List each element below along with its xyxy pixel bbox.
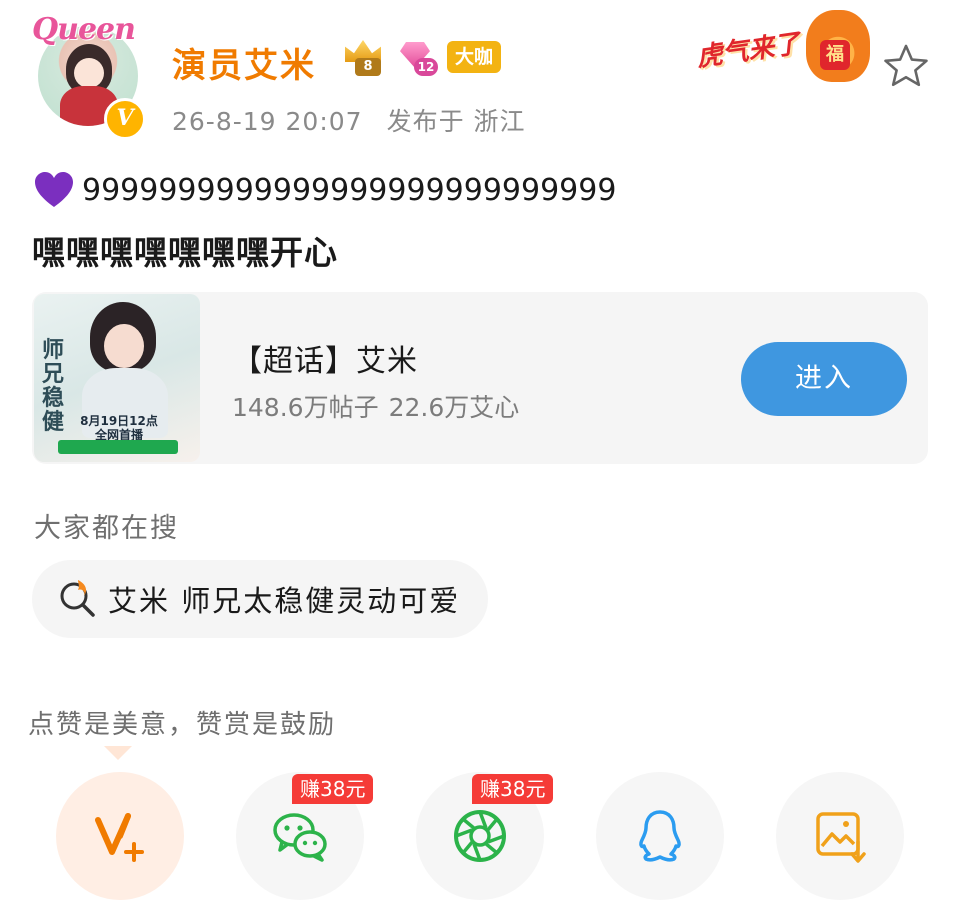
thumbnail-platform-strip: [58, 440, 178, 454]
reward-tip-text: 点赞是美意，赞赏是鼓励: [28, 710, 337, 740]
favorite-star-icon[interactable]: [882, 42, 930, 90]
crown-level-number: 8: [355, 58, 381, 76]
moments-earn-badge: 赚38元: [472, 774, 554, 804]
wechat-icon: [273, 813, 327, 862]
tiger-year-decoration: 虎气来了 福: [692, 10, 872, 86]
weibo-post-page: Queen V 演员艾米 8 12 大咖 26-8-19 20:07 发布于 浙江…: [0, 0, 960, 920]
tooltip-arrow: [104, 746, 132, 760]
hot-search-label: 艾米 师兄太稳健灵动可爱: [108, 584, 461, 618]
username[interactable]: 演员艾米: [172, 38, 316, 87]
diamond-level-number: 12: [414, 58, 438, 76]
wechat-earn-badge: 赚38元: [292, 774, 374, 804]
post-meta: 26-8-19 20:07 发布于 浙江: [172, 102, 550, 138]
super-topic-card[interactable]: 师兄稳健 8月19日12点 全网首播 【超话】艾米 148.6万帖子 22.6万艾…: [32, 292, 928, 464]
diamond-level-icon[interactable]: 12: [398, 40, 440, 78]
thumbnail-date: 8月19日12点 全网首播: [80, 414, 158, 442]
hot-search-icon: [60, 580, 95, 617]
purple-heart-icon: [35, 172, 73, 207]
decoration-text: 虎气来了: [694, 28, 802, 74]
crown-level-icon[interactable]: 8: [341, 38, 389, 78]
post-text-line-1: 9999999999999999999999999999: [32, 168, 616, 212]
post-text-numbers: 9999999999999999999999999999: [82, 172, 617, 208]
topic-title: 【超话】艾米: [232, 344, 418, 379]
reward-button[interactable]: [56, 772, 184, 900]
post-location: 发布于 浙江: [386, 107, 526, 136]
search-section-title: 大家都在搜: [34, 513, 179, 544]
post-date: 26-8-19 20:07: [172, 107, 363, 136]
topic-posts-count: 148.6万帖子: [232, 393, 379, 422]
avatar[interactable]: Queen V: [28, 12, 148, 140]
v-plus-reward-icon: [95, 813, 144, 862]
dakai-badge[interactable]: 大咖: [447, 41, 502, 73]
topic-stats: 148.6万帖子 22.6万艾心: [232, 388, 529, 424]
verified-v-icon: V: [104, 98, 146, 140]
fu-character-icon: 福: [820, 40, 850, 70]
hot-search-chip[interactable]: 艾米 师兄太稳健灵动可爱: [32, 560, 489, 638]
topic-thumbnail: 师兄稳健 8月19日12点 全网首播: [34, 294, 200, 462]
avatar-frame-text: Queen: [32, 12, 136, 47]
topic-fans-count: 22.6万艾心: [388, 393, 520, 422]
wechat-moments-icon: [454, 810, 506, 862]
post-text-line-2: 嘿嘿嘿嘿嘿嘿嘿开心: [32, 233, 338, 272]
share-qq-button[interactable]: [596, 772, 724, 900]
qq-penguin-icon: [639, 810, 681, 862]
enter-button[interactable]: 进入: [741, 342, 907, 416]
save-image-icon: [816, 812, 866, 863]
save-image-button[interactable]: [776, 772, 904, 900]
